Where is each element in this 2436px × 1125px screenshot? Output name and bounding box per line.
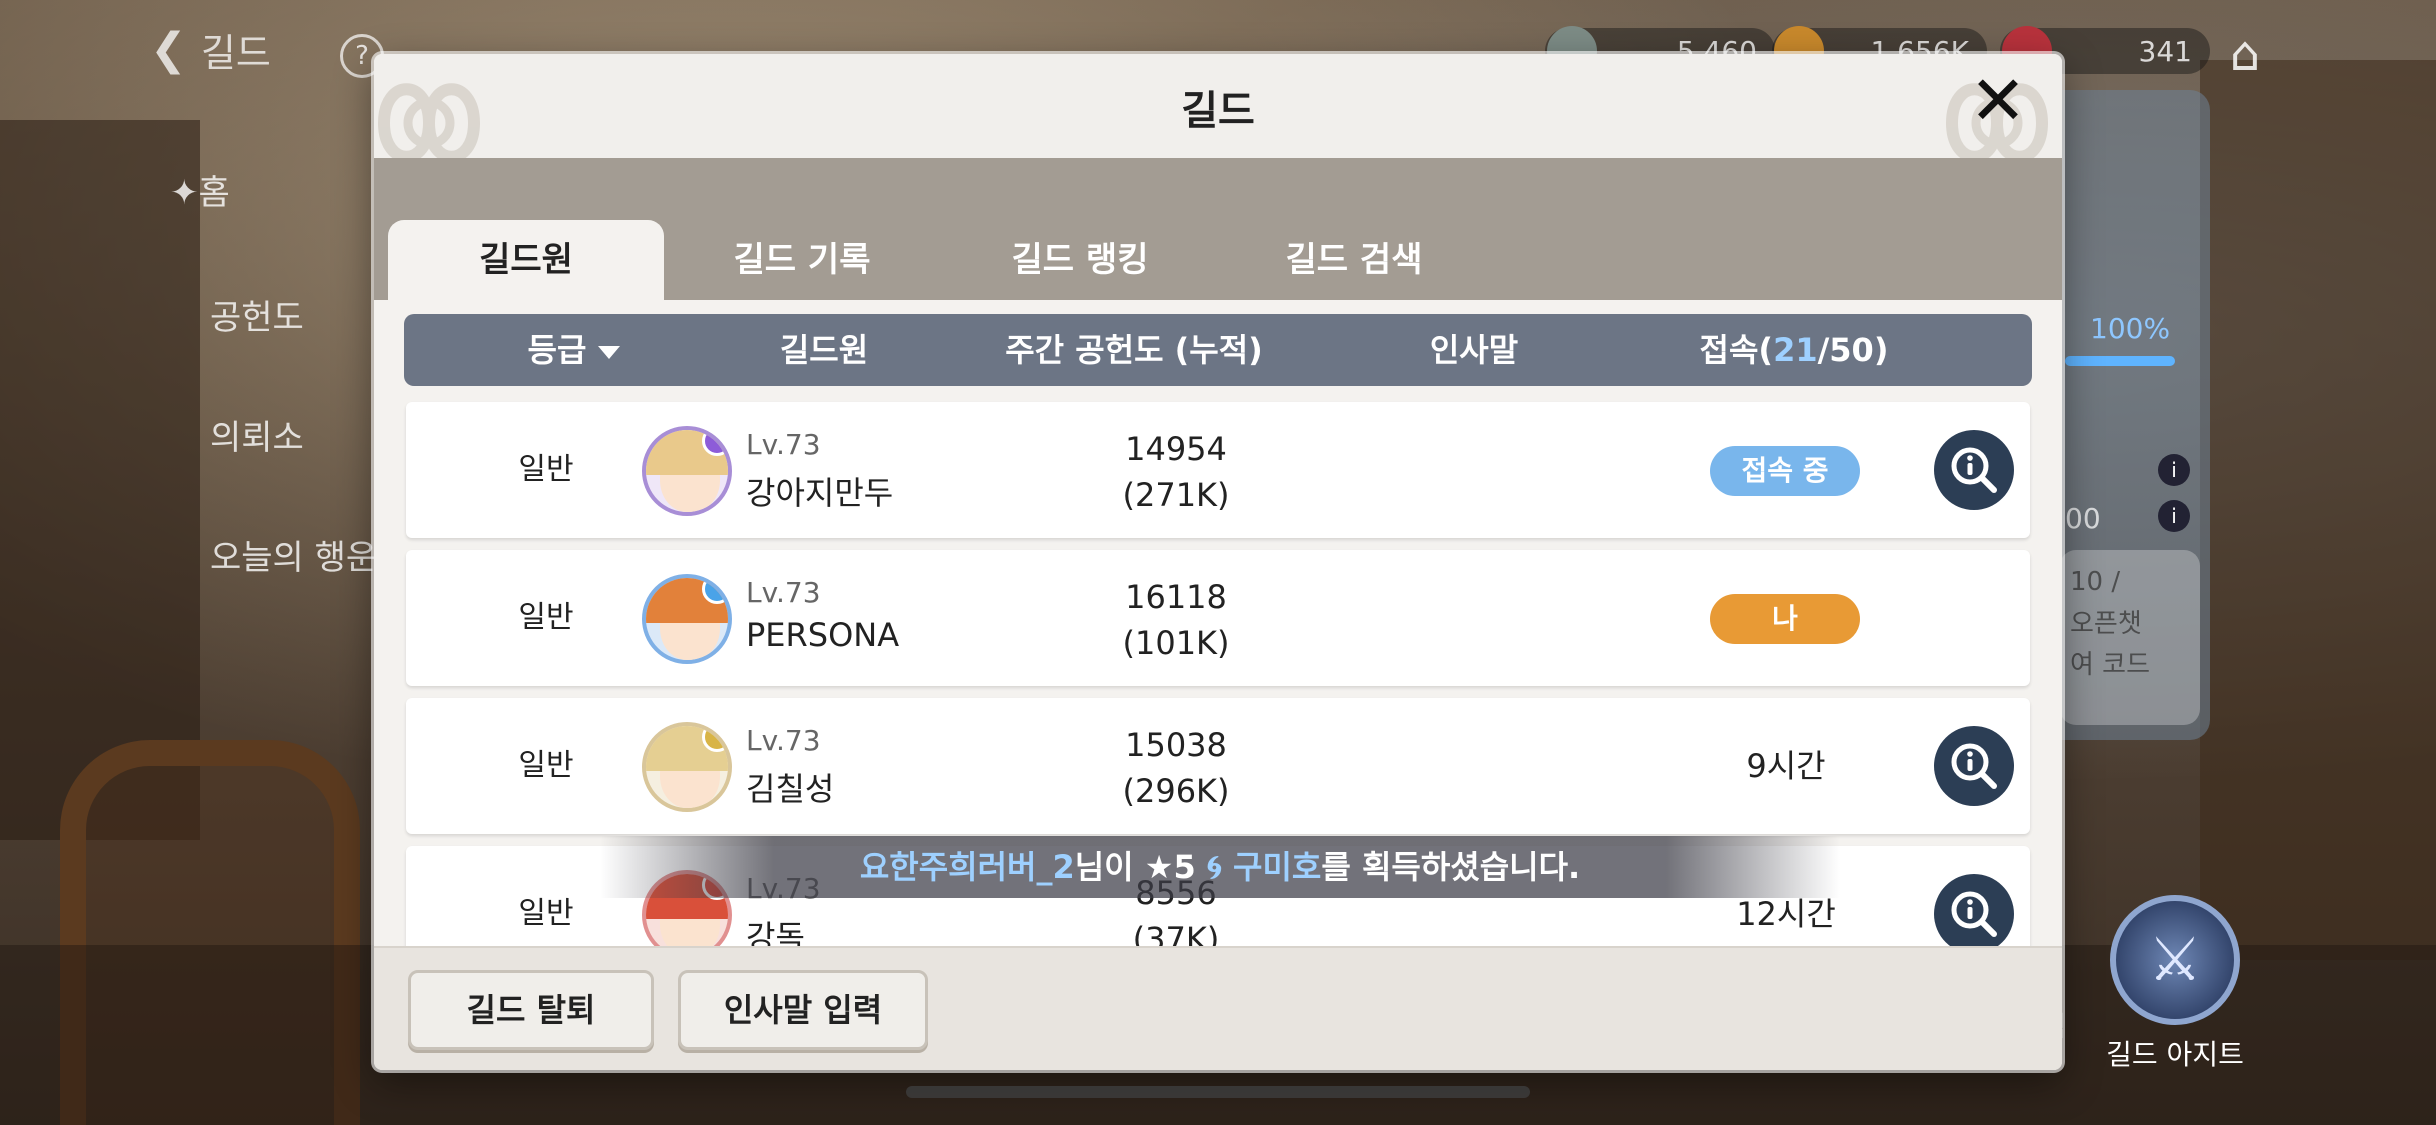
tab-guild-ranking[interactable]: 길드 랭킹 bbox=[942, 220, 1218, 300]
last-login-time: 9시간 bbox=[1746, 747, 1826, 785]
member-info-button[interactable] bbox=[1934, 726, 2014, 806]
element-swirl-icon: 🌀︎ bbox=[1206, 848, 1222, 886]
toast-item: 구미호 bbox=[1233, 848, 1322, 886]
member-info-button[interactable] bbox=[1934, 874, 2014, 954]
member-greeting bbox=[1356, 550, 1676, 686]
info-icon[interactable]: i bbox=[2158, 454, 2190, 486]
login-prefix: 접속( bbox=[1699, 331, 1774, 369]
side-menu-contribution[interactable]: 공헌도 bbox=[210, 290, 304, 339]
table-row[interactable]: 일반 Lv.73 PERSONA 16118 (101K) 나 bbox=[406, 550, 2030, 686]
member-level: Lv.73 bbox=[746, 576, 821, 609]
total-contribution: (101K) bbox=[1122, 624, 1230, 662]
magnify-info-icon bbox=[1951, 743, 1997, 789]
element-gem-icon bbox=[702, 578, 728, 604]
openchat-line1: 10 / bbox=[2070, 567, 2121, 597]
bookshelf-left bbox=[0, 120, 200, 840]
home-indicator[interactable] bbox=[906, 1086, 1530, 1098]
toast-tail: 를 획득하셨습니다. bbox=[1321, 848, 1581, 886]
guild-hideout-label: 길드 아지트 bbox=[2106, 1038, 2244, 1071]
magnify-info-icon bbox=[1951, 891, 1997, 937]
back-label: 길드 bbox=[200, 31, 271, 75]
guild-emblem-icon: ⚔ bbox=[2110, 895, 2240, 1025]
status-badge: 접속 중 bbox=[1710, 446, 1860, 496]
toast-mid: 님이 bbox=[1074, 848, 1145, 886]
home-icon[interactable]: ⌂ bbox=[2215, 26, 2275, 82]
element-gem-icon bbox=[702, 726, 728, 752]
member-rank: 일반 bbox=[518, 600, 574, 635]
popup-title: 길드 bbox=[1181, 88, 1255, 134]
member-name: 김칠성 bbox=[746, 770, 835, 808]
bookshelf-right bbox=[2200, 60, 2436, 960]
acquisition-toast: 요한주희러버_2님이 ★5 🌀︎ 구미호를 획득하셨습니다. bbox=[600, 836, 1840, 898]
member-rank: 일반 bbox=[518, 452, 574, 487]
caret-down-icon bbox=[598, 345, 621, 359]
status-badge: 나 bbox=[1710, 594, 1860, 644]
tab-guild-search[interactable]: 길드 검색 bbox=[1216, 220, 1492, 300]
weekly-contribution: 15038 bbox=[1125, 726, 1227, 764]
tab-members[interactable]: 길드원 bbox=[388, 220, 664, 300]
column-member: 길드원 bbox=[779, 331, 869, 369]
total-contribution: (271K) bbox=[1122, 476, 1230, 514]
weekly-contribution: 14954 bbox=[1125, 430, 1227, 468]
magnify-info-icon bbox=[1951, 447, 1997, 493]
avatar bbox=[642, 426, 732, 516]
avatar bbox=[642, 574, 732, 664]
member-contribution: 16118 (101K) bbox=[1026, 574, 1326, 666]
openchat-line3: 여 코드 bbox=[2070, 650, 2151, 681]
chevron-left-icon: ❮ bbox=[150, 24, 187, 75]
openchat-line2: 오픈챗 bbox=[2070, 608, 2142, 639]
member-greeting bbox=[1356, 402, 1676, 538]
openchat-card[interactable]: 10 / 오픈챗 여 코드 bbox=[2060, 550, 2200, 725]
column-login: 접속(21/50) bbox=[1644, 314, 1944, 386]
side-menu-home[interactable]: ✦홈 bbox=[170, 165, 230, 214]
popup-footer: 길드 탈퇴 인사말 입력 bbox=[374, 946, 2062, 1070]
avatar bbox=[642, 722, 732, 812]
member-level: Lv.73 bbox=[746, 428, 821, 461]
member-greeting bbox=[1356, 698, 1676, 834]
member-name: 강아지만두 bbox=[746, 474, 894, 512]
member-name: PERSONA bbox=[746, 616, 900, 654]
tab-bar: 길드원 길드 기록 길드 랭킹 길드 검색 bbox=[374, 158, 2062, 300]
total-contribution: (296K) bbox=[1122, 772, 1230, 810]
column-rank-label: 등급 bbox=[527, 331, 587, 369]
leave-guild-button[interactable]: 길드 탈퇴 bbox=[408, 970, 654, 1050]
side-menu-home-label: 홈 bbox=[198, 173, 230, 213]
back-button[interactable]: ❮ 길드 bbox=[150, 22, 271, 77]
login-online-count: 21 bbox=[1773, 331, 1818, 369]
toast-star: ★5 bbox=[1144, 848, 1196, 886]
member-level: Lv.73 bbox=[746, 724, 821, 757]
column-greeting: 인사말 bbox=[1429, 331, 1519, 369]
side-menu-request[interactable]: 의뢰소 bbox=[210, 410, 304, 459]
table-row[interactable]: 일반 Lv.73 김칠성 15038 (296K) 9시간 bbox=[406, 698, 2030, 834]
right-number: 00 bbox=[2065, 502, 2101, 535]
column-rank-sort[interactable]: 등급 bbox=[464, 314, 684, 386]
element-gem-icon bbox=[702, 430, 728, 456]
guild-popup: 길드 ✕ 길드원 길드 기록 길드 랭킹 길드 검색 등급 길드원 주간 공헌도… bbox=[374, 54, 2062, 1070]
guild-hideout-button[interactable]: ⚔ 길드 아지트 bbox=[2100, 895, 2250, 1073]
progress-percent: 100% bbox=[2090, 312, 2171, 345]
toast-user: 요한주희러버_2 bbox=[859, 848, 1075, 886]
table-header: 등급 길드원 주간 공헌도 (누적) 인사말 접속(21/50) bbox=[404, 314, 2032, 386]
member-contribution: 14954 (271K) bbox=[1026, 426, 1326, 518]
column-contribution: 주간 공헌도 (누적) bbox=[1005, 331, 1263, 369]
info-icon[interactable]: i bbox=[2158, 500, 2190, 532]
side-menu-luck[interactable]: 오늘의 행운 bbox=[210, 530, 377, 579]
login-suffix: /50) bbox=[1817, 331, 1889, 369]
member-info-button[interactable] bbox=[1934, 430, 2014, 510]
enter-greeting-button[interactable]: 인사말 입력 bbox=[678, 970, 928, 1050]
table-row[interactable]: 일반 Lv.73 강아지만두 14954 (271K) 접속 중 bbox=[406, 402, 2030, 538]
weekly-contribution: 16118 bbox=[1125, 578, 1227, 616]
currency-gem-value: 341 bbox=[2138, 34, 2192, 68]
popup-header: 길드 ✕ bbox=[374, 54, 2062, 163]
close-icon[interactable]: ✕ bbox=[1966, 68, 2030, 136]
member-rank: 일반 bbox=[518, 748, 574, 783]
progress-bar bbox=[2065, 356, 2175, 366]
member-contribution: 15038 (296K) bbox=[1026, 722, 1326, 814]
tab-guild-log[interactable]: 길드 기록 bbox=[664, 220, 940, 300]
